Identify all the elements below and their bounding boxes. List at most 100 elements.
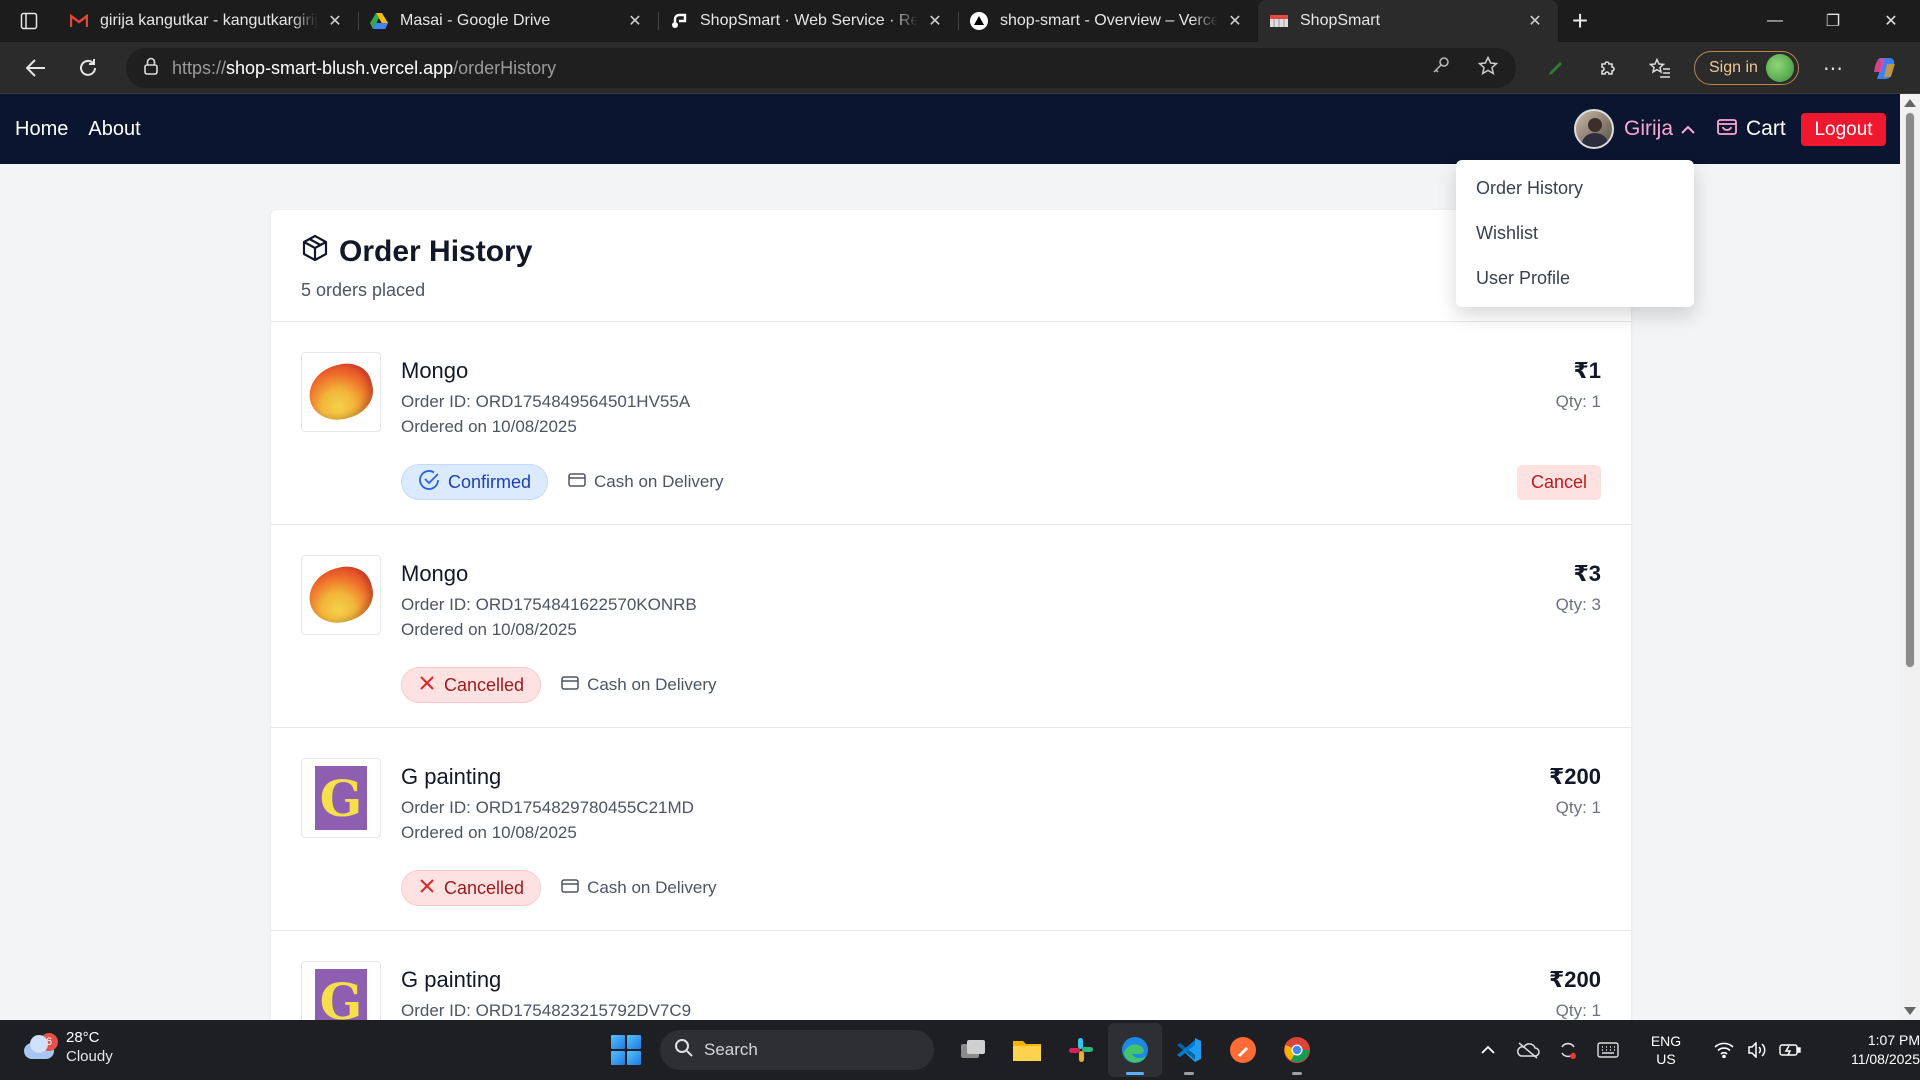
payment-text: Cash on Delivery	[587, 878, 717, 897]
status-text: Confirmed	[448, 471, 532, 492]
scrollbar-thumb[interactable]	[1905, 112, 1915, 668]
nav-home-link[interactable]: Home	[15, 118, 68, 141]
cancel-order-button[interactable]: Cancel	[1516, 465, 1601, 500]
order-history-card: Order History 5 orders placed Mongo Orde…	[271, 210, 1631, 1020]
tab-close-icon[interactable]: ✕	[324, 11, 346, 31]
task-view-icon[interactable]	[946, 1023, 1000, 1077]
vscode-icon[interactable]	[1162, 1023, 1216, 1077]
scroll-up-icon[interactable]	[1904, 99, 1916, 107]
product-image[interactable]: G	[301, 961, 381, 1020]
tab-close-icon[interactable]: ✕	[1224, 11, 1246, 31]
orders-count: 5 orders placed	[301, 280, 426, 300]
payment-text: Cash on Delivery	[594, 472, 724, 491]
edge-browser-icon[interactable]	[1108, 1023, 1162, 1077]
browser-tab-shopsmart[interactable]: ShopSmart ✕	[1258, 0, 1558, 42]
avatar	[1574, 109, 1614, 149]
chrome-icon[interactable]	[1270, 1023, 1324, 1077]
product-name: Mongo	[401, 561, 469, 586]
address-bar[interactable]: https://shop-smart-blush.vercel.app/orde…	[126, 48, 1516, 88]
browser-tab-vercel[interactable]: shop-smart - Overview – Vercel ✕	[958, 0, 1258, 42]
order-id: Order ID: ORD1754849564501HV55A	[401, 392, 691, 411]
product-image[interactable]	[301, 352, 381, 432]
status-text: Cancelled	[444, 877, 525, 898]
product-name: Mongo	[401, 358, 469, 383]
keyboard-icon[interactable]	[1588, 1042, 1628, 1058]
check-circle-icon	[418, 469, 448, 496]
password-key-icon[interactable]	[1432, 56, 1450, 81]
refresh-icon[interactable]	[62, 42, 114, 94]
order-info: G painting Order ID: ORD1754829780455C21…	[401, 758, 694, 843]
browser-tab-gmail[interactable]: girija kangutkar - kangutkargirija0 ✕	[58, 0, 358, 42]
credit-card-icon	[568, 472, 594, 492]
language-indicator[interactable]: ENG US	[1638, 1032, 1694, 1068]
system-clock[interactable]: 1:07 PM 11/08/2025	[1830, 1031, 1920, 1069]
scroll-down-icon[interactable]	[1904, 1007, 1916, 1015]
order-price: ₹3 Qty: 3	[1556, 561, 1601, 615]
file-explorer-icon[interactable]	[1000, 1023, 1054, 1077]
product-image[interactable]	[301, 555, 381, 635]
system-tray: ENG US 1:07 PM 11/08/2025	[1468, 1020, 1920, 1080]
user-name: Girija	[1624, 117, 1674, 140]
taskbar-search[interactable]: Search	[660, 1030, 934, 1070]
windows-start-icon[interactable]	[606, 1030, 646, 1070]
status-row: Cancelled Cash on Delivery	[401, 667, 717, 703]
more-menu-icon[interactable]: ⋯	[1807, 48, 1859, 88]
weather-widget[interactable]: 6 28°C Cloudy	[22, 1028, 113, 1066]
nav-about-link[interactable]: About	[88, 118, 140, 141]
lock-icon[interactable]	[144, 57, 158, 80]
battery-icon[interactable]	[1770, 1043, 1810, 1057]
tab-close-icon[interactable]: ✕	[1524, 11, 1546, 31]
minimize-icon[interactable]: —	[1746, 0, 1804, 42]
menu-item-wishlist[interactable]: Wishlist	[1456, 211, 1694, 256]
page-title: Order History	[301, 234, 1601, 270]
onedrive-off-icon[interactable]	[1508, 1041, 1548, 1059]
package-icon	[301, 234, 339, 270]
quantity: Qty: 1	[1555, 1001, 1601, 1020]
notification-badge: 6	[40, 1033, 58, 1051]
back-icon[interactable]	[10, 42, 62, 94]
sign-in-button[interactable]: Sign in	[1694, 51, 1799, 85]
tab-close-icon[interactable]: ✕	[624, 11, 646, 31]
order-date: Ordered on 10/08/2025	[401, 417, 577, 436]
volume-icon[interactable]	[1744, 1042, 1770, 1058]
chevron-up-icon[interactable]	[1468, 1045, 1508, 1055]
extensions-puzzle-icon[interactable]	[1582, 48, 1634, 88]
new-tab-button[interactable]: +	[1558, 0, 1602, 42]
order-id: Order ID: ORD1754841622570KONRB	[401, 595, 697, 614]
g-painting-image: G	[315, 969, 367, 1020]
close-window-icon[interactable]: ✕	[1862, 0, 1920, 42]
tab-actions-icon[interactable]	[0, 0, 58, 42]
browser-tab-render[interactable]: ShopSmart · Web Service · Render ✕	[658, 0, 958, 42]
product-name: G painting	[401, 764, 502, 789]
payment-method: Cash on Delivery	[561, 675, 717, 695]
browser-tab-drive[interactable]: Masai - Google Drive ✕	[358, 0, 658, 42]
quantity: Qty: 1	[1555, 798, 1601, 817]
menu-item-user-profile[interactable]: User Profile	[1456, 256, 1694, 301]
menu-item-order-history[interactable]: Order History	[1456, 166, 1694, 211]
gmail-icon	[70, 12, 88, 30]
tab-title: ShopSmart	[1300, 12, 1381, 29]
order-item: Mongo Order ID: ORD1754849564501HV55A Or…	[271, 322, 1631, 525]
tab-close-icon[interactable]: ✕	[924, 11, 946, 31]
wifi-icon[interactable]	[1704, 1042, 1744, 1058]
taskbar-apps: Search	[606, 1020, 1324, 1080]
favorites-icon[interactable]	[1634, 48, 1686, 88]
clock-date: 11/08/2025	[1850, 1051, 1920, 1067]
slack-icon[interactable]	[1054, 1023, 1108, 1077]
mango-image	[303, 560, 379, 630]
order-item: G G painting Order ID: ORD1754829780455C…	[271, 728, 1631, 931]
cart-link[interactable]: Cart	[1716, 108, 1786, 150]
product-image[interactable]: G	[301, 758, 381, 838]
price-amount: ₹1	[1573, 358, 1601, 383]
logout-button[interactable]: Logout	[1801, 113, 1886, 146]
extension-pen-icon[interactable]	[1530, 48, 1582, 88]
order-date: Ordered on 10/08/2025	[401, 823, 577, 842]
restore-icon[interactable]: ❐	[1804, 0, 1862, 42]
vercel-icon	[970, 12, 988, 30]
copilot-icon[interactable]	[1859, 48, 1911, 88]
favorite-star-icon[interactable]	[1477, 55, 1499, 81]
user-menu-toggle[interactable]: Girija	[1574, 108, 1695, 150]
page-scrollbar[interactable]	[1900, 94, 1920, 1020]
sync-icon[interactable]	[1548, 1040, 1588, 1060]
postman-icon[interactable]	[1216, 1023, 1270, 1077]
